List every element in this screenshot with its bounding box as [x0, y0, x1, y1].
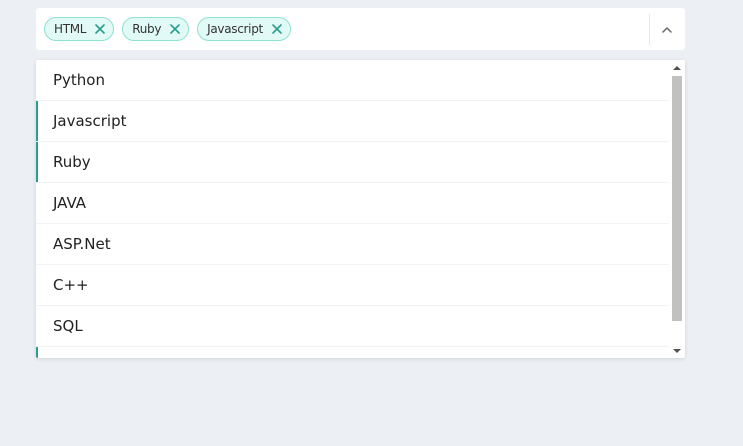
selected-chips: HTML Ruby Javascript	[44, 17, 291, 41]
option-list: Python Javascript Ruby JAVA ASP.Net C++ …	[36, 60, 669, 358]
multi-select-control[interactable]: HTML Ruby Javascript	[36, 8, 685, 50]
scrollbar[interactable]	[669, 60, 684, 358]
triangle-up-icon	[672, 65, 681, 70]
option-javascript[interactable]: Javascript	[36, 101, 669, 142]
option-label: JAVA	[53, 194, 87, 212]
close-icon[interactable]	[270, 22, 284, 36]
option-label: ASP.Net	[53, 235, 111, 253]
option-ruby[interactable]: Ruby	[36, 142, 669, 183]
close-icon[interactable]	[168, 22, 182, 36]
chip-javascript: Javascript	[197, 17, 291, 41]
option-asp-net[interactable]: ASP.Net	[36, 224, 669, 265]
chip-label: Ruby	[132, 22, 162, 36]
chip-ruby: Ruby	[122, 17, 190, 41]
option-label: SQL	[53, 317, 83, 335]
chevron-up-icon	[662, 26, 672, 33]
option-partially-visible[interactable]	[36, 347, 669, 358]
dropdown-menu: Python Javascript Ruby JAVA ASP.Net C++ …	[36, 60, 685, 358]
option-label: C++	[53, 276, 89, 294]
dropdown-toggle-button[interactable]	[651, 14, 683, 45]
option-java[interactable]: JAVA	[36, 183, 669, 224]
chip-label: Javascript	[207, 22, 263, 36]
option-label: Python	[53, 71, 105, 89]
chip-label: HTML	[54, 22, 87, 36]
close-icon[interactable]	[93, 22, 107, 36]
option-label: Javascript	[53, 112, 127, 130]
option-label: Ruby	[53, 153, 91, 171]
chip-html: HTML	[44, 17, 115, 41]
option-sql[interactable]: SQL	[36, 306, 669, 347]
indicator-separator	[649, 14, 650, 45]
triangle-down-icon	[672, 348, 681, 353]
option-cpp[interactable]: C++	[36, 265, 669, 306]
scroll-up-arrow[interactable]	[669, 60, 684, 75]
option-python[interactable]: Python	[36, 60, 669, 101]
scroll-down-arrow[interactable]	[669, 343, 684, 358]
scrollbar-thumb[interactable]	[672, 76, 682, 321]
